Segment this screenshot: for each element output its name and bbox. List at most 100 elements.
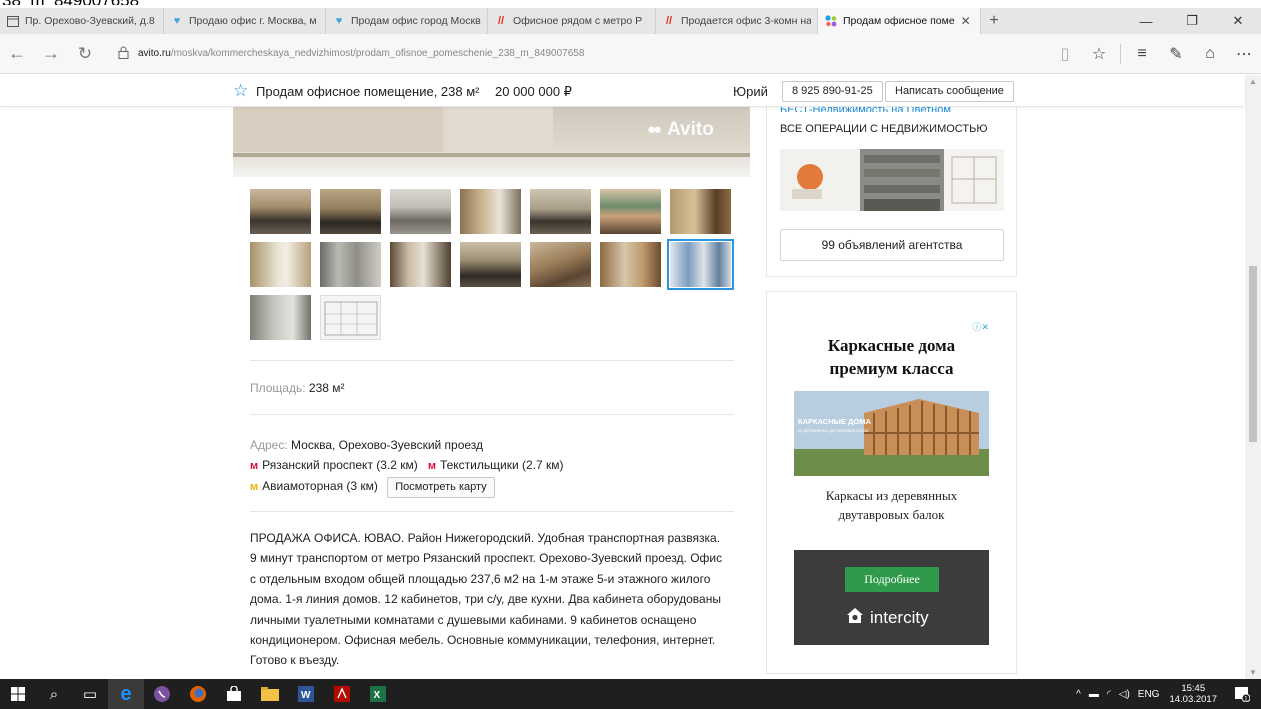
favorite-star-icon[interactable]: ☆ bbox=[233, 81, 248, 101]
floor-plan-thumbnail[interactable] bbox=[320, 295, 381, 340]
main-photo[interactable]: ●● Avito bbox=[233, 107, 750, 177]
metro-station: Авиамоторная bbox=[262, 479, 344, 493]
scroll-down-icon[interactable]: ▼ bbox=[1249, 668, 1257, 677]
more-icon[interactable]: ⋯ bbox=[1227, 44, 1261, 64]
browser-tab[interactable]: Пр. Орехово-Зуевский, д.8 bbox=[0, 8, 164, 34]
back-arrow-icon[interactable]: ← bbox=[0, 43, 34, 64]
photo-thumbnail[interactable] bbox=[460, 242, 521, 287]
close-window-icon[interactable]: ✕ bbox=[1215, 8, 1261, 34]
metro-distance: (3.2 км) bbox=[376, 458, 418, 472]
phone-button[interactable]: 8 925 890-91-25 bbox=[782, 81, 883, 102]
address-value: Москва, Орехово-Зуевский проезд bbox=[291, 438, 484, 452]
browser-tab[interactable]: ♥ Продаю офис г. Москва, м bbox=[164, 8, 326, 34]
listing-description: ПРОДАЖА ОФИСА. ЮВАО. Район Нижегородский… bbox=[250, 531, 723, 668]
page-viewport: ☆ Продам офисное помещение, 238 м² 20 00… bbox=[0, 75, 1261, 679]
photo-thumbnail[interactable] bbox=[250, 189, 311, 234]
advertisement: ⓘ✕ Каркасные дома премиум класса КАРКАСН… bbox=[766, 291, 1017, 674]
favorite-star-icon[interactable]: ☆ bbox=[1082, 44, 1116, 64]
photo-thumbnail[interactable] bbox=[530, 189, 591, 234]
photo-thumbnail[interactable] bbox=[390, 189, 451, 234]
task-view-icon[interactable]: ▭ bbox=[72, 679, 108, 709]
web-note-icon[interactable]: ✎ bbox=[1159, 44, 1193, 64]
minimize-icon[interactable]: — bbox=[1123, 8, 1169, 34]
photo-thumbnail[interactable] bbox=[530, 242, 591, 287]
reading-view-icon[interactable]: ▯ bbox=[1048, 44, 1082, 64]
write-message-button[interactable]: Написать сообщение bbox=[885, 81, 1014, 102]
ad-choices-icon[interactable]: ⓘ✕ bbox=[972, 320, 989, 333]
new-tab-button[interactable]: + bbox=[981, 8, 1007, 34]
metro-distance: (3 км) bbox=[346, 479, 378, 493]
ad-image[interactable]: КАРКАСНЫЕ ДОМА ИЗ ДЕРЕВЯННЫХ ДВУТАВРОВЫХ… bbox=[794, 391, 989, 476]
photo-thumbnail[interactable] bbox=[250, 295, 311, 340]
ad-brand[interactable]: intercity bbox=[846, 607, 929, 629]
viber-icon[interactable] bbox=[144, 679, 180, 709]
url-host: avito.ru bbox=[138, 48, 171, 59]
ad-footer: Подробнее intercity bbox=[794, 550, 989, 645]
cian-icon: // bbox=[497, 15, 505, 27]
ad-more-button[interactable]: Подробнее bbox=[845, 567, 939, 592]
notification-center-icon[interactable]: 1 bbox=[1227, 679, 1257, 709]
address-label: Адрес: bbox=[250, 438, 288, 452]
metro-icon: м bbox=[250, 460, 259, 472]
browser-tab-strip: Пр. Орехово-Зуевский, д.8 ♥ Продаю офис … bbox=[0, 8, 1261, 34]
photo-thumbnail[interactable] bbox=[460, 189, 521, 234]
edge-icon[interactable]: e bbox=[108, 679, 144, 709]
photo-thumbnail[interactable] bbox=[250, 242, 311, 287]
file-explorer-icon[interactable] bbox=[252, 679, 288, 709]
excel-icon[interactable]: X bbox=[360, 679, 396, 709]
photo-thumbnail-selected[interactable] bbox=[667, 239, 734, 290]
browser-tab[interactable]: // Продается офис 3-комн на bbox=[656, 8, 818, 34]
ad-creative[interactable]: ⓘ✕ Каркасные дома премиум класса КАРКАСН… bbox=[794, 319, 989, 645]
tab-title: Продам офисное поме bbox=[843, 15, 955, 27]
maximize-icon[interactable]: ❐ bbox=[1169, 8, 1215, 34]
browser-tab[interactable]: // Офисное рядом с метро Р bbox=[488, 8, 656, 34]
wifi-icon[interactable]: ◜ bbox=[1107, 689, 1111, 700]
agency-banner-image[interactable] bbox=[780, 149, 1004, 211]
close-tab-icon[interactable]: ✕ bbox=[961, 14, 971, 28]
photo-thumbnail[interactable] bbox=[670, 189, 731, 234]
seller-name[interactable]: Юрий bbox=[733, 84, 768, 99]
photo-thumbnail[interactable] bbox=[600, 189, 661, 234]
search-icon[interactable]: ⌕ bbox=[36, 679, 72, 709]
firefox-icon[interactable] bbox=[180, 679, 216, 709]
ad-image-caption: КАРКАСНЫЕ ДОМА bbox=[798, 417, 871, 426]
clipped-url-residue: 38_m_849007658 bbox=[0, 0, 139, 5]
photo-thumbnail[interactable] bbox=[320, 189, 381, 234]
metro-station: Рязанский проспект bbox=[262, 458, 373, 472]
photo-thumbnail[interactable] bbox=[320, 242, 381, 287]
photo-detail bbox=[233, 107, 443, 152]
refresh-icon[interactable]: ↻ bbox=[68, 44, 102, 64]
avito-icon bbox=[824, 14, 838, 28]
ad-brand-name: intercity bbox=[870, 608, 929, 627]
show-map-button[interactable]: Посмотреть карту bbox=[387, 477, 495, 498]
frame-house-icon: КАРКАСНЫЕ ДОМА ИЗ ДЕРЕВЯННЫХ ДВУТАВРОВЫХ… bbox=[794, 391, 989, 476]
scrollbar-thumb[interactable] bbox=[1249, 266, 1257, 442]
language-indicator[interactable]: ENG bbox=[1138, 689, 1160, 700]
store-icon[interactable] bbox=[216, 679, 252, 709]
hub-icon[interactable]: ≡ bbox=[1125, 45, 1159, 63]
cian-icon: // bbox=[665, 15, 673, 27]
windows-start-icon[interactable] bbox=[0, 679, 36, 709]
tray-chevron-icon[interactable]: ^ bbox=[1076, 689, 1081, 700]
listing-sticky-header: ☆ Продам офисное помещение, 238 м² 20 00… bbox=[0, 75, 1244, 107]
page-scrollbar[interactable]: ▲ ▼ bbox=[1245, 75, 1261, 679]
share-icon[interactable]: ⌂ bbox=[1193, 45, 1227, 63]
volume-icon[interactable]: ◁) bbox=[1119, 689, 1130, 700]
browser-tab-active[interactable]: Продам офисное поме ✕ bbox=[818, 8, 981, 34]
metro-row: м Авиамоторная (3 км) Посмотреть карту bbox=[250, 476, 564, 498]
url-field[interactable]: avito.ru/moskva/kommercheskaya_nedvizhim… bbox=[138, 48, 584, 59]
url-path: /moskva/kommercheskaya_nedvizhimost/prod… bbox=[170, 48, 585, 59]
agency-ads-button[interactable]: 99 объявлений агентства bbox=[780, 229, 1004, 261]
photo-watermark: Avito bbox=[667, 119, 714, 140]
photo-thumbnail[interactable] bbox=[600, 242, 661, 287]
browser-tab[interactable]: ♥ Продам офис город Москв bbox=[326, 8, 488, 34]
scroll-up-icon[interactable]: ▲ bbox=[1249, 77, 1257, 86]
battery-icon[interactable]: ▬ bbox=[1089, 689, 1099, 700]
photo-thumbnail[interactable] bbox=[390, 242, 451, 287]
word-icon[interactable]: W bbox=[288, 679, 324, 709]
pdf-reader-icon[interactable] bbox=[324, 679, 360, 709]
clock-time: 15:45 bbox=[1181, 683, 1206, 694]
clock[interactable]: 15:45 14.03.2017 bbox=[1169, 683, 1217, 705]
area-label: Площадь: bbox=[250, 381, 306, 395]
forward-arrow-icon[interactable]: → bbox=[34, 43, 68, 64]
